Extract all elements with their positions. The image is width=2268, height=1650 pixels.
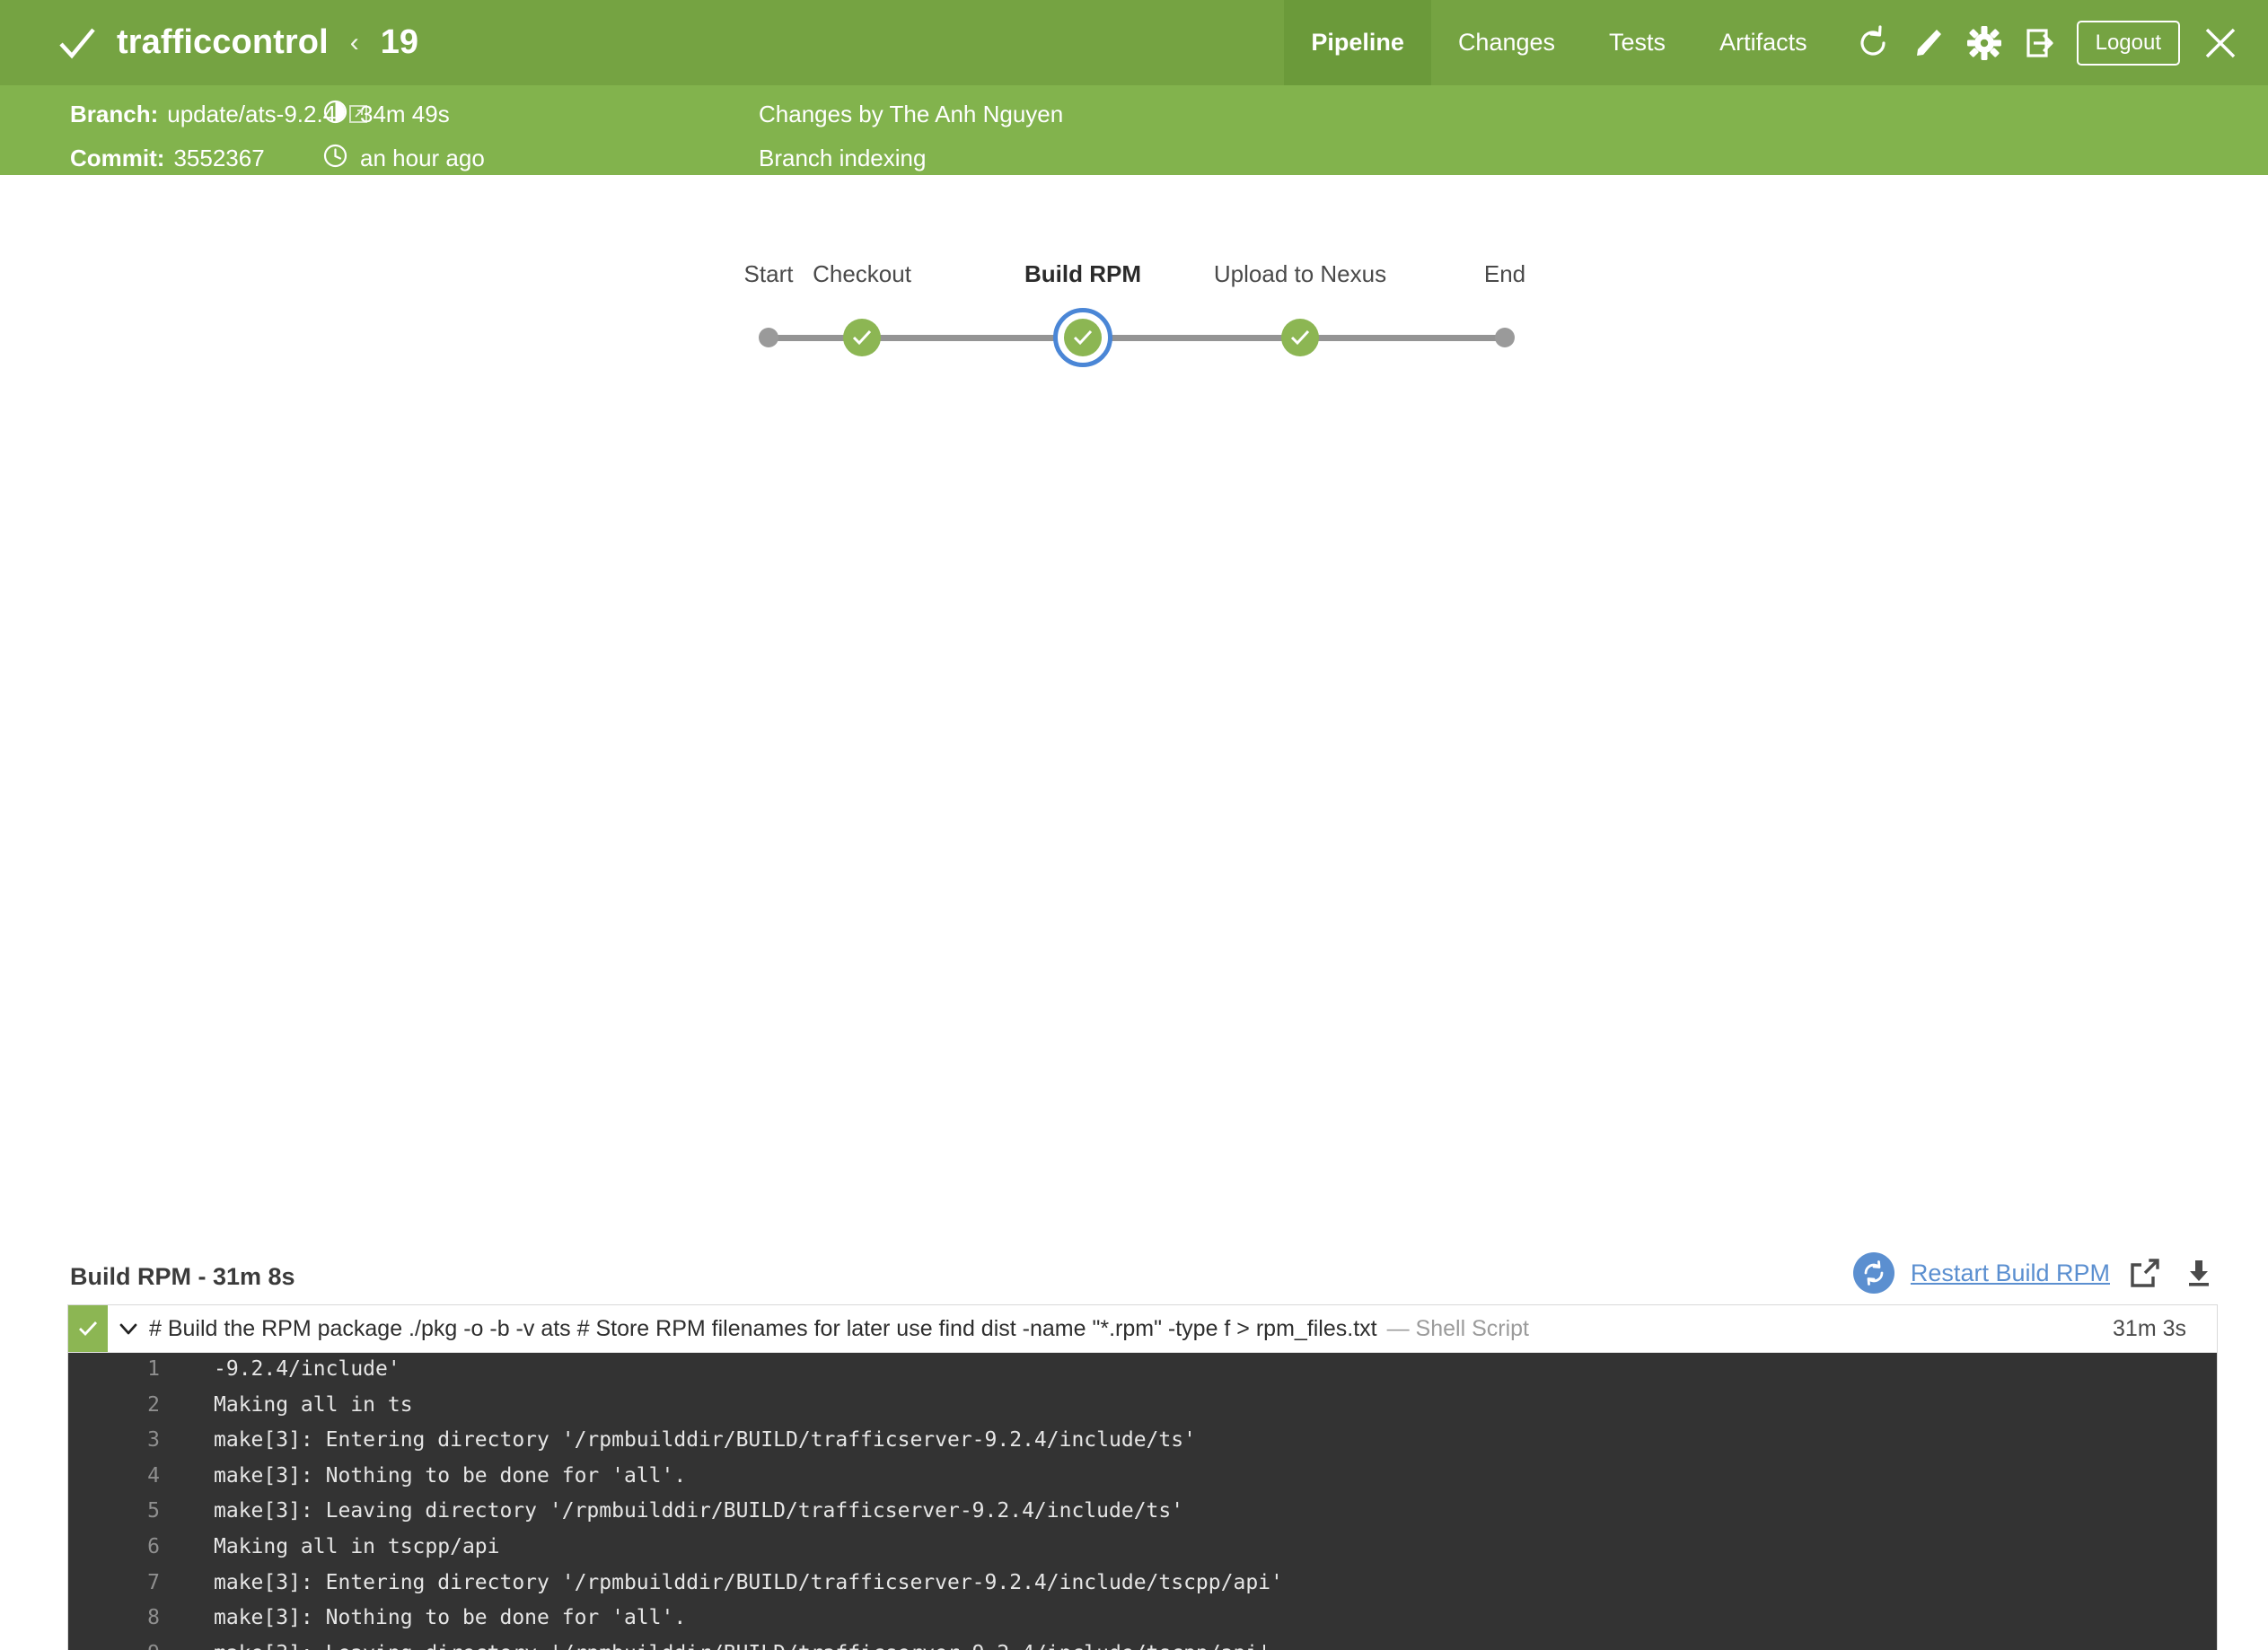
cause-field: Branch indexing [759,145,926,172]
close-icon[interactable] [2194,17,2246,69]
console-line-text: -9.2.4/include' [214,1357,400,1381]
run-metadata-bar: Branch: update/ats-9.2.4 34m 49s Changes… [0,85,2268,175]
metadata-row-1: Branch: update/ats-9.2.4 34m 49s Changes… [0,98,2268,130]
console-line-number: 6 [147,1534,160,1558]
console-line: 1 -9.2.4/include' [68,1357,2217,1393]
edit-pencil-icon[interactable] [1903,17,1955,69]
branch-field: Branch: update/ats-9.2.4 [0,100,368,128]
commit-field: Commit: 3552367 [0,145,323,172]
console-line-number: 8 [147,1606,160,1630]
console-line-number: 7 [147,1570,160,1594]
console-line-text: make[3]: Nothing to be done for 'all'. [214,1463,687,1488]
restart-stage-link[interactable]: Restart Build RPM [1911,1259,2110,1287]
logout-arrow-icon[interactable] [2014,17,2066,69]
header-tabs: Pipeline Changes Tests Artifacts [1284,0,1833,85]
stage-label-upload-to-nexus[interactable]: Upload to Nexus [1214,260,1386,288]
pipeline-graph: Start Checkout Build RPM Upload to Nexus… [744,260,1560,367]
cause-value: Branch indexing [759,144,927,171]
step-type-label: — Shell Script [1386,1315,1529,1341]
gear-icon[interactable] [1958,17,2010,69]
success-check-icon [843,319,881,356]
console-line: 3 make[3]: Entering directory '/rpmbuildd… [68,1428,2217,1464]
branch-label: Branch: [70,100,159,127]
download-icon[interactable] [2180,1254,2218,1292]
time-field: an hour ago [323,144,759,172]
stage-labels: Start Checkout Build RPM Upload to Nexus… [744,260,1560,300]
stage-node-build-rpm[interactable] [1053,308,1112,367]
branch-value[interactable]: update/ats-9.2.4 [167,101,336,128]
stage-node-end[interactable] [1495,328,1515,347]
header-actions: Logout [1834,0,2268,85]
console-line-text: make[3]: Entering directory '/rpmbuilddi… [214,1428,1196,1453]
step-title: # Build the RPM package ./pkg -o -b -v a… [149,1305,2113,1352]
console-line-number: 5 [147,1499,160,1523]
console-line-number: 2 [147,1392,160,1417]
stage-nodes [752,308,1560,367]
console-line: 8 make[3]: Nothing to be done for 'all'. [68,1606,2217,1642]
console-line-number: 1 [147,1357,160,1381]
time-value: an hour ago [360,144,485,171]
console-line-text: make[3]: Leaving directory '/rpmbuilddir… [214,1499,1184,1523]
log-panel: # Build the RPM package ./pkg -o -b -v a… [67,1304,2218,1650]
commit-label: Commit: [70,144,165,171]
duration-icon [323,100,347,128]
success-check-icon [1281,319,1319,356]
metadata-row-2: Commit: 3552367 an hour ago Branch index… [0,142,2268,174]
tab-tests[interactable]: Tests [1582,0,1692,85]
console-line-number: 3 [147,1428,160,1453]
console-line-number: 9 [68,1642,178,1650]
stage-label-checkout[interactable]: Checkout [813,260,911,288]
clock-icon [323,144,347,172]
start-dot-icon [759,328,778,347]
tab-artifacts[interactable]: Artifacts [1692,0,1834,85]
console-line: 5 make[3]: Leaving directory '/rpmbuilddi… [68,1499,2217,1535]
console-line-number: 4 [147,1463,160,1488]
top-header-bar: trafficcontrol ‹ 19 Pipeline Changes Tes… [0,0,2268,85]
commit-value[interactable]: 3552367 [173,145,264,172]
stage-node-checkout[interactable] [843,319,881,356]
duration-field: 34m 49s [323,100,759,128]
logout-button[interactable]: Logout [2076,20,2180,66]
header-identity: trafficcontrol ‹ 19 [0,0,1284,85]
pipeline-graph-area: Start Checkout Build RPM Upload to Nexus… [0,175,2268,597]
step-header-row[interactable]: # Build the RPM package ./pkg -o -b -v a… [68,1305,2217,1353]
stage-node-upload-to-nexus[interactable] [1281,319,1319,356]
tab-pipeline[interactable]: Pipeline [1284,0,1431,85]
check-icon [57,23,97,63]
open-external-icon[interactable] [2126,1254,2164,1292]
console-line: 7 make[3]: Entering directory '/rpmbuildd… [68,1571,2217,1607]
console-line: 9make[3]: Leaving directory '/rpmbuilddi… [68,1642,2217,1650]
console-log-output[interactable]: 1 -9.2.4/include' 2 Making all in ts 3 make[3… [68,1353,2217,1650]
console-line: 4 make[3]: Nothing to be done for 'all'. [68,1464,2217,1500]
console-line-text: Making all in tscpp/api [214,1534,500,1558]
stage-node-start[interactable] [759,328,778,347]
console-line-text: make[3]: Entering directory '/rpmbuilddi… [214,1570,1283,1594]
log-section-title: Build RPM - 31m 8s [70,1263,295,1290]
step-duration: 31m 3s [2113,1315,2186,1341]
log-action-bar: Restart Build RPM [1852,1252,2218,1294]
changes-by-field: Changes by The Anh Nguyen [759,101,1063,128]
step-status-check-icon [68,1305,108,1352]
restart-circle-icon[interactable] [1852,1252,1894,1294]
tab-changes[interactable]: Changes [1431,0,1582,85]
console-line-text: make[3]: Leaving directory '/rpmbuilddir… [178,1642,2217,1650]
console-line: 2 Making all in ts [68,1393,2217,1429]
console-line: 6 Making all in tscpp/api [68,1535,2217,1571]
end-dot-icon [1495,328,1515,347]
duration-value: 34m 49s [360,100,450,127]
rerun-icon[interactable] [1847,17,1899,69]
stage-label-end: End [1483,260,1526,287]
success-check-icon [1064,319,1102,356]
step-command-text: # Build the RPM package ./pkg -o -b -v a… [149,1315,1377,1341]
stage-label-build-rpm[interactable]: Build RPM [1024,260,1141,288]
changes-by-value: Changes by The Anh Nguyen [759,100,1064,127]
external-link-icon[interactable] [348,104,368,124]
console-line-text: make[3]: Nothing to be done for 'all'. [214,1606,687,1630]
page-title[interactable]: trafficcontrol [117,23,329,62]
console-line-text: Making all in ts [214,1392,413,1417]
chevron-down-icon[interactable] [108,1305,149,1352]
stage-label-start: Start [743,260,794,287]
run-back-chevron[interactable]: ‹ [350,28,359,58]
run-number: 19 [380,23,419,61]
